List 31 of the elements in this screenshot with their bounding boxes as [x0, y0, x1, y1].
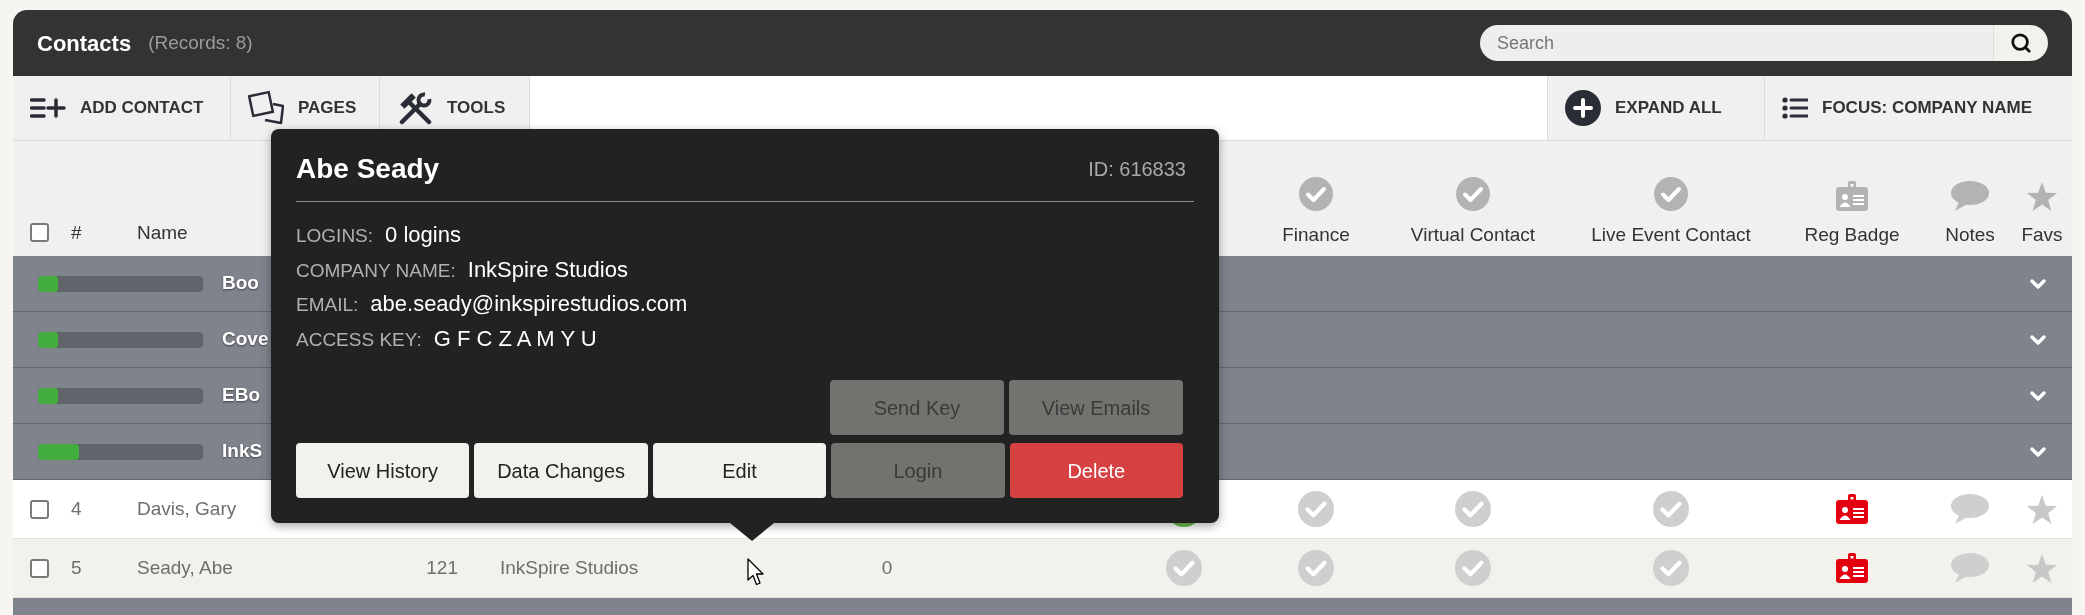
- column-header: Finance: [1282, 224, 1350, 246]
- field-label: COMPANY NAME:: [296, 258, 456, 283]
- table-cell: 5: [71, 556, 82, 578]
- column-header: Favs: [2021, 224, 2063, 246]
- group-label: InkS: [222, 439, 263, 464]
- table-cell: Seady, Abe: [137, 556, 233, 578]
- table-cell: 0: [881, 556, 893, 578]
- column-header: Reg Badge: [1804, 224, 1900, 246]
- group-label: Cove: [222, 327, 269, 352]
- column-header: Live Event Contact: [1591, 224, 1751, 246]
- record-count: (Records: 8): [148, 30, 253, 55]
- group-label: Boo: [222, 271, 259, 296]
- table-cell: 4: [71, 497, 82, 519]
- contact-id: ID: 616833: [1088, 157, 1186, 182]
- field-label: EMAIL:: [296, 293, 359, 317]
- table-cell: InkSpire Studios: [500, 556, 639, 578]
- field-value: InkSpire Studios: [467, 255, 628, 284]
- column-header: Notes: [1945, 224, 1995, 246]
- popover-title: Abe Seady: [296, 153, 440, 185]
- column-header: Name: [137, 222, 188, 243]
- field-value: 0 logins: [385, 221, 461, 249]
- field-value: abe.seady@inkspirestudios.com: [370, 290, 688, 318]
- table-cell: Davis, Gary: [137, 497, 237, 519]
- page-title: Contacts: [37, 29, 132, 58]
- group-label: EBo: [222, 383, 260, 408]
- field-value: G F C Z A M Y U: [433, 324, 597, 353]
- column-header: Virtual Contact: [1410, 224, 1536, 246]
- field-label: ACCESS KEY:: [296, 327, 422, 352]
- table-cell: 121: [426, 556, 458, 578]
- column-header: #: [71, 222, 82, 243]
- field-label: LOGINS:: [296, 224, 374, 248]
